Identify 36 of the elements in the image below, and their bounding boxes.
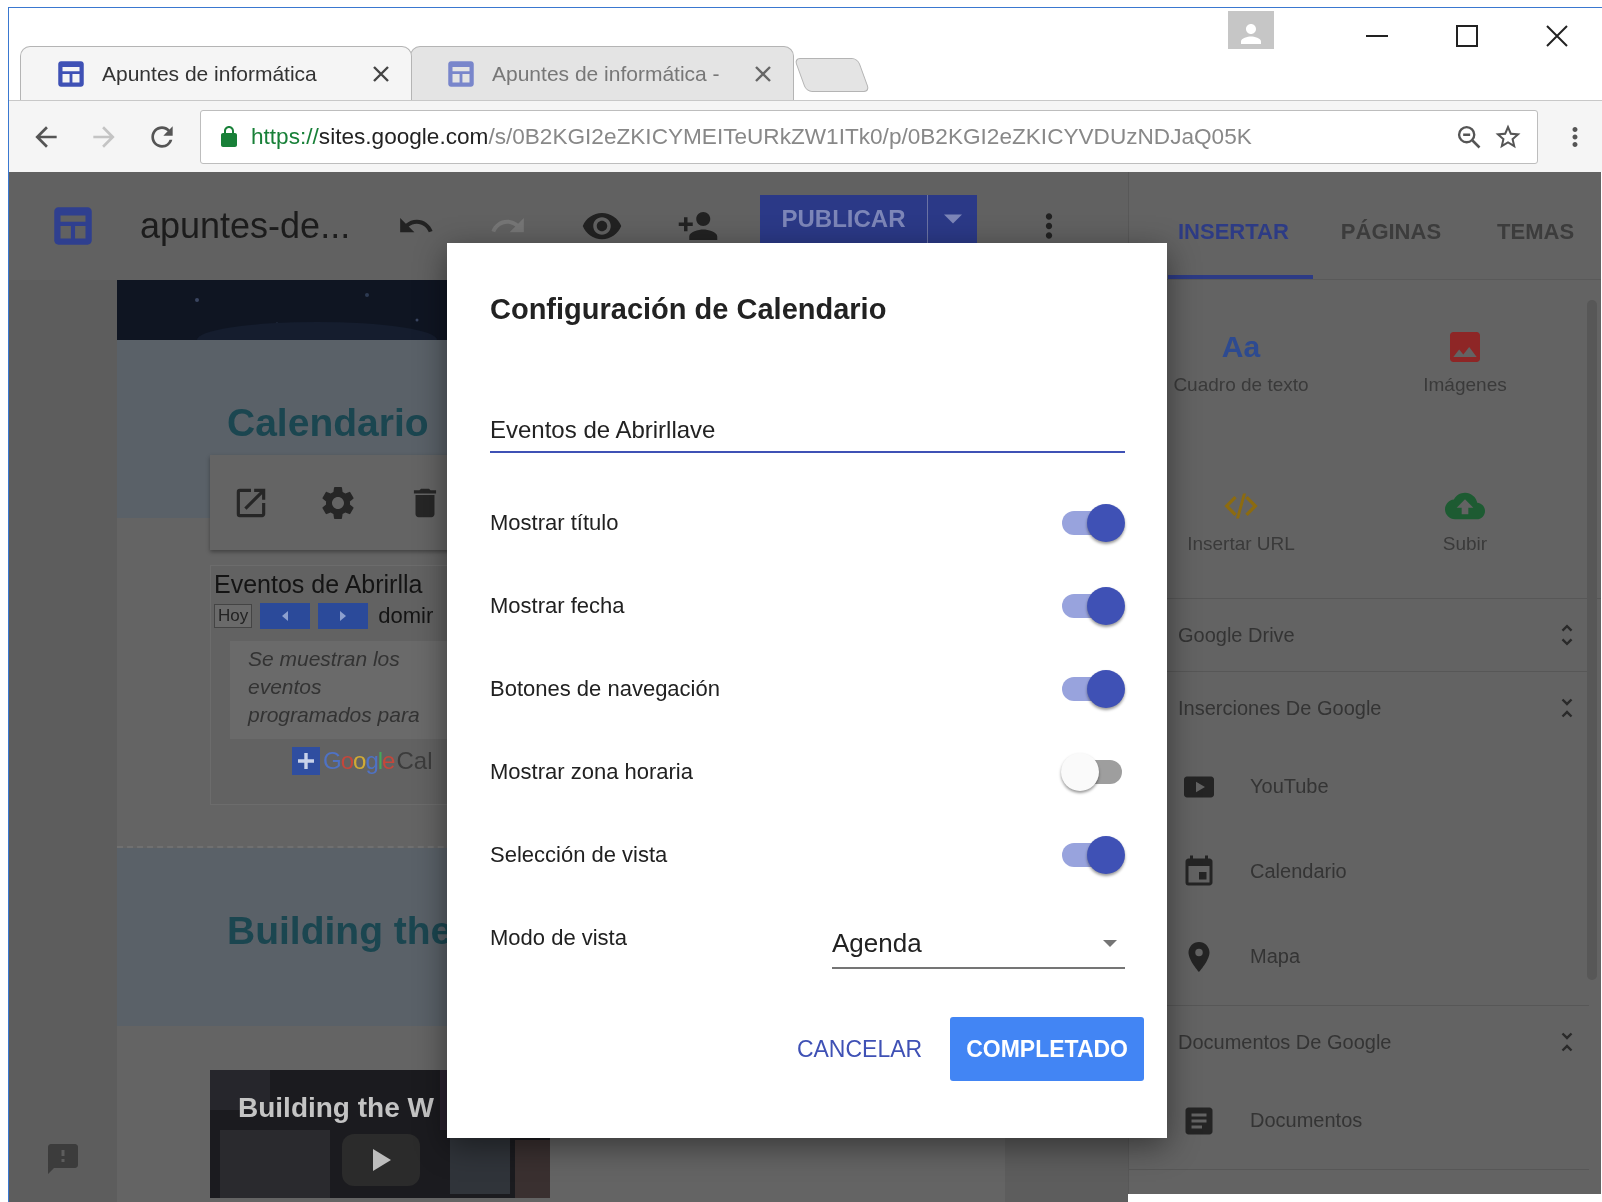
setting-label: Selección de vista (490, 841, 668, 868)
section-heading: Calendario (227, 401, 429, 445)
add-icon[interactable] (292, 747, 320, 775)
close-icon[interactable] (1546, 25, 1568, 47)
toggle-switch[interactable] (1061, 669, 1125, 708)
view-mode-select[interactable]: Agenda (832, 920, 1125, 969)
date-text: domir (378, 603, 434, 629)
caret-icon (943, 214, 962, 224)
dialog-title: Configuración de Calendario (490, 292, 887, 327)
setting-label: Botones de navegación (490, 675, 720, 702)
name-field[interactable]: Eventos de Abrirllave (490, 411, 1125, 453)
setting-label: Mostrar zona horaria (490, 758, 693, 785)
toggle-switch[interactable] (1061, 503, 1125, 542)
play-button[interactable] (342, 1134, 420, 1186)
close-icon[interactable] (371, 63, 391, 84)
video-title: Building the W (238, 1092, 434, 1124)
toggle-switch[interactable] (1061, 835, 1125, 874)
done-button[interactable]: COMPLETADO (950, 1017, 1144, 1081)
maximize-icon[interactable] (1456, 25, 1478, 47)
triangle-left-icon (282, 611, 289, 621)
dropdown-icon (1103, 940, 1117, 947)
triangle-right-icon (340, 611, 347, 621)
publish-menu-button[interactable] (927, 195, 977, 243)
calendar-title: Eventos de Abrirlla (214, 570, 423, 599)
today-button[interactable]: Hoy (214, 604, 253, 628)
setting-label: Mostrar fecha (490, 592, 625, 619)
minimize-icon[interactable] (1366, 34, 1388, 38)
cancel-button[interactable]: CANCELAR (788, 1017, 931, 1081)
agenda-text: programados para (248, 702, 420, 728)
setting-label: Modo de vista (490, 924, 627, 951)
toggle-switch[interactable] (1061, 586, 1125, 625)
browser-tab[interactable]: Apuntes de informática (20, 46, 412, 100)
publish-button[interactable]: PUBLICAR (760, 195, 927, 243)
setting-label: Mostrar título (490, 509, 619, 536)
site-name: apuntes-de... (140, 205, 352, 247)
browser-tab[interactable]: Apuntes de informática - (410, 46, 794, 100)
